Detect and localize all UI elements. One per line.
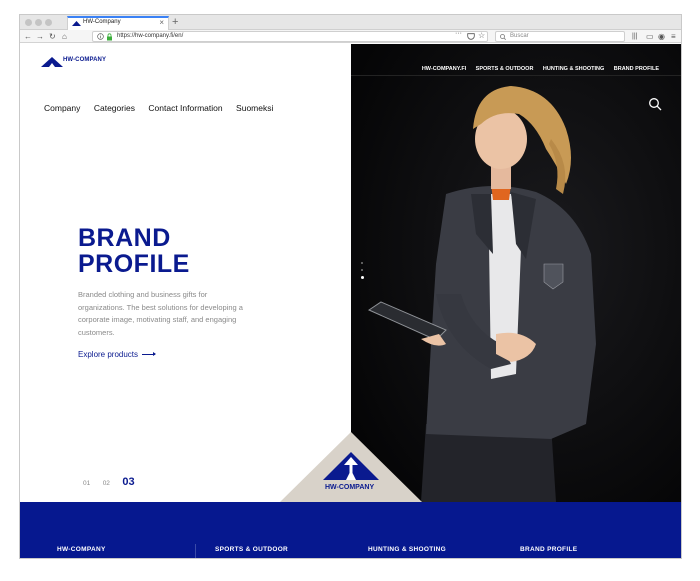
badge-text: HW-COMPANY	[325, 484, 375, 491]
footer-sports-outdoor[interactable]: SPORTS & OUTDOOR	[215, 546, 288, 553]
center-badge[interactable]	[280, 432, 422, 502]
headline-line-2: PROFILE	[78, 250, 190, 278]
tab-title: HW-Company	[83, 19, 121, 25]
explore-label: Explore products	[78, 350, 139, 359]
site-logo[interactable]: HW-COMPANY	[41, 54, 106, 72]
minimize-window-icon[interactable]	[35, 19, 42, 26]
footer-hunting-shooting[interactable]: HUNTING & SHOOTING	[368, 546, 446, 553]
logo-text: HW-COMPANY	[63, 57, 107, 63]
slide-number[interactable]: 02	[103, 480, 110, 487]
footer-brand-profile[interactable]: BRAND PROFILE	[520, 546, 577, 553]
slide-dot[interactable]	[361, 262, 363, 264]
slide-dot-active[interactable]	[361, 276, 364, 279]
search-icon[interactable]	[648, 97, 662, 111]
bookmark-star-icon[interactable]: ☆	[478, 31, 485, 40]
nav-contact-information[interactable]: Contact Information	[148, 103, 222, 113]
arrow-right-icon	[142, 352, 157, 357]
info-icon[interactable]	[97, 33, 104, 40]
pocket-icon[interactable]	[467, 33, 475, 40]
new-tab-button[interactable]: +	[172, 15, 178, 29]
search-bar[interactable]: Buscar	[495, 31, 625, 42]
footer-divider	[195, 544, 196, 558]
menu-icon[interactable]: ≡	[671, 30, 676, 43]
explore-products-link[interactable]: Explore products	[78, 350, 157, 359]
favicon-icon	[72, 21, 81, 26]
slide-number[interactable]: 01	[83, 480, 90, 487]
close-window-icon[interactable]	[25, 19, 32, 26]
sidebar-icon[interactable]: ▭	[646, 30, 654, 43]
account-icon[interactable]: ◉	[658, 30, 665, 43]
top-divider	[351, 75, 681, 76]
nav-company[interactable]: Company	[44, 103, 80, 113]
maximize-window-icon[interactable]	[45, 19, 52, 26]
hero-description: Branded clothing and business gifts for …	[78, 290, 243, 337]
slide-number-active[interactable]: 03	[122, 476, 134, 488]
topnav-hw-company-fi[interactable]: HW-COMPANY.FI	[422, 66, 466, 72]
library-icon[interactable]: |||	[632, 30, 637, 43]
search-bar-icon	[500, 34, 506, 40]
web-page: HW-COMPANY Company Categories Contact In…	[20, 44, 681, 558]
forward-icon[interactable]: →	[36, 30, 44, 43]
hero-headline: BRAND PROFILE	[78, 225, 190, 277]
back-icon[interactable]: ←	[24, 30, 32, 43]
nav-categories[interactable]: Categories	[94, 103, 135, 113]
topnav-brand-profile[interactable]: BRAND PROFILE	[614, 66, 659, 72]
slide-dot[interactable]	[361, 269, 363, 271]
topnav-hunting-shooting[interactable]: HUNTING & SHOOTING	[543, 66, 604, 72]
main-nav: Company Categories Contact Information S…	[44, 98, 282, 116]
browser-window: HW-Company × + ← → ↻ ⌂ https://hw-compan…	[19, 14, 682, 559]
home-icon[interactable]: ⌂	[62, 30, 67, 43]
lock-icon	[107, 33, 112, 41]
search-placeholder: Buscar	[510, 33, 529, 39]
top-nav: HW-COMPANY.FI SPORTS & OUTDOOR HUNTING &…	[417, 57, 659, 75]
nav-suomeksi[interactable]: Suomeksi	[236, 103, 273, 113]
footer-hw-company[interactable]: HW-COMPANY	[57, 546, 106, 553]
url-text: https://hw-company.fi/en/	[117, 33, 184, 39]
more-actions-icon[interactable]: ···	[455, 30, 462, 37]
headline-line-1: BRAND	[78, 224, 171, 252]
reload-icon[interactable]: ↻	[49, 30, 56, 43]
browser-tab[interactable]: HW-Company ×	[67, 16, 169, 30]
tab-close-icon[interactable]: ×	[159, 18, 164, 28]
title-bar: HW-Company × +	[20, 15, 681, 30]
address-bar[interactable]: https://hw-company.fi/en/ ··· ☆	[92, 30, 488, 42]
topnav-sports-outdoor[interactable]: SPORTS & OUTDOOR	[476, 66, 534, 72]
slide-dots	[361, 262, 364, 284]
mountain-logo-icon	[41, 57, 63, 67]
browser-toolbar: ← → ↻ ⌂ https://hw-company.fi/en/ ··· ☆ …	[20, 30, 681, 43]
footer: HW-COMPANY SPORTS & OUTDOOR HUNTING & SH…	[20, 502, 681, 558]
slide-pagination: 01 02 03	[83, 472, 143, 490]
